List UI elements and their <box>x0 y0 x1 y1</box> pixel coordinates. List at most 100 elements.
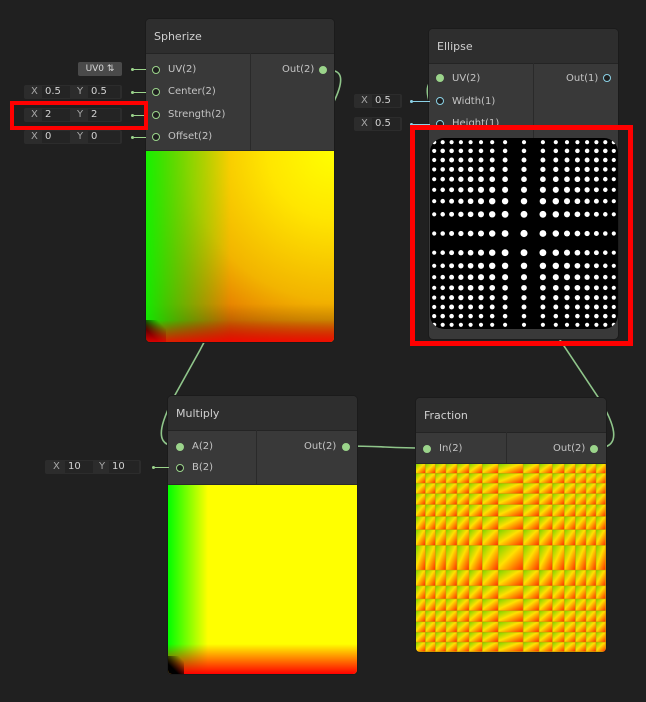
center-field[interactable]: X 0.5 Y 0.5 <box>24 85 122 99</box>
preview-cell <box>469 493 482 505</box>
preview-cell <box>586 632 596 642</box>
uv-channel-dropdown[interactable]: UV0 ⇅ <box>78 62 122 76</box>
preview-cell <box>552 504 565 517</box>
port-out-icon[interactable] <box>590 445 598 453</box>
preview-cell <box>435 493 446 505</box>
preview-cell <box>457 483 469 494</box>
preview-cell <box>586 570 596 586</box>
port-uv-icon[interactable] <box>436 74 444 82</box>
multiply-node[interactable]: Multiply A(2) B(2) Out(2) <box>168 396 357 674</box>
preview-cell <box>457 504 469 517</box>
width-x-input[interactable]: 0.5 <box>372 95 400 107</box>
preview-cell <box>586 483 596 494</box>
preview-cell <box>469 545 482 570</box>
port-out-icon[interactable] <box>319 66 327 74</box>
preview-cell <box>564 642 576 652</box>
preview-cell <box>564 632 576 642</box>
port-width-icon[interactable] <box>436 97 444 105</box>
port-in-icon[interactable] <box>423 445 431 453</box>
preview-cell <box>446 586 457 599</box>
center-x-input[interactable]: 0.5 <box>42 86 70 98</box>
preview-cell <box>435 611 446 622</box>
preview-cell <box>446 516 457 530</box>
preview-cell <box>425 464 436 473</box>
preview-cell <box>469 529 482 546</box>
preview-cell <box>564 483 576 494</box>
strength-highlight-box <box>10 101 148 130</box>
b-field[interactable]: X 10 Y 10 <box>45 460 141 474</box>
port-out-icon[interactable] <box>342 443 350 451</box>
node-header[interactable]: Multiply <box>168 396 357 431</box>
preview-cell <box>416 516 426 530</box>
port-uv-icon[interactable] <box>152 66 160 74</box>
preview-cell <box>575 570 586 586</box>
preview-cell <box>586 493 596 505</box>
preview-cell <box>539 599 553 611</box>
preview-cell <box>564 611 576 622</box>
preview-cell <box>596 622 606 632</box>
port-strength-icon[interactable] <box>152 111 160 119</box>
port-center-icon[interactable] <box>152 88 160 96</box>
preview-cell <box>425 516 436 530</box>
preview-cell <box>539 493 553 505</box>
preview-cell <box>446 570 457 586</box>
preview-cell <box>564 529 576 546</box>
preview-cell <box>539 622 553 632</box>
input-label-width: Width(1) <box>452 96 496 107</box>
preview-cell <box>457 586 469 599</box>
preview-cell <box>416 473 426 483</box>
preview-cell <box>552 586 565 599</box>
preview-cell <box>469 586 482 599</box>
port-out-icon[interactable] <box>603 74 611 82</box>
preview-cell <box>552 622 565 632</box>
output-label: Out(2) <box>304 441 337 452</box>
b-y-input[interactable]: 10 <box>109 461 139 473</box>
preview-cell <box>575 622 586 632</box>
preview-cell <box>435 622 446 632</box>
input-label-uv: UV(2) <box>168 64 197 75</box>
preview-cell <box>425 632 436 642</box>
preview-cell <box>586 622 596 632</box>
spherize-preview <box>146 151 334 342</box>
height-x-input[interactable]: 0.5 <box>372 118 400 130</box>
preview-cell <box>523 586 539 599</box>
preview-cell <box>482 483 498 494</box>
preview-cell <box>416 586 426 599</box>
preview-cell <box>416 642 426 652</box>
preview-cell <box>446 545 457 570</box>
output-label: Out(2) <box>282 64 315 75</box>
preview-cell <box>425 483 436 494</box>
height-field[interactable]: X 0.5 <box>354 117 402 131</box>
fraction-preview <box>416 464 606 652</box>
multiply-preview <box>168 485 357 674</box>
fraction-node[interactable]: Fraction In(2) Out(2) <box>416 398 606 652</box>
input-label-b: B(2) <box>192 462 214 473</box>
port-offset-icon[interactable] <box>152 133 160 141</box>
width-field[interactable]: X 0.5 <box>354 94 402 108</box>
preview-cell <box>446 611 457 622</box>
preview-cell <box>523 599 539 611</box>
preview-cell <box>416 599 426 611</box>
preview-cell <box>575 599 586 611</box>
preview-cell <box>435 516 446 530</box>
preview-cell <box>446 529 457 546</box>
preview-cell <box>552 545 565 570</box>
port-a-icon[interactable] <box>176 443 184 451</box>
center-y-input[interactable]: 0.5 <box>88 86 120 98</box>
preview-cell <box>539 473 553 483</box>
node-header[interactable]: Ellipse <box>429 29 618 64</box>
offset-y-input[interactable]: 0 <box>88 131 120 143</box>
preview-cell <box>457 545 469 570</box>
offset-x-input[interactable]: 0 <box>42 131 70 143</box>
preview-cell <box>425 611 436 622</box>
b-x-input[interactable]: 10 <box>65 461 93 473</box>
node-header[interactable]: Spherize <box>146 19 334 54</box>
preview-cell <box>586 611 596 622</box>
port-b-icon[interactable] <box>176 464 184 472</box>
spherize-node[interactable]: Spherize UV(2) Center(2) Strength(2) Off… <box>146 19 334 342</box>
node-header[interactable]: Fraction <box>416 398 606 433</box>
offset-field[interactable]: X 0 Y 0 <box>24 130 122 144</box>
preview-cell <box>596 642 606 652</box>
preview-cell <box>469 464 482 473</box>
input-label-in: In(2) <box>439 443 463 454</box>
